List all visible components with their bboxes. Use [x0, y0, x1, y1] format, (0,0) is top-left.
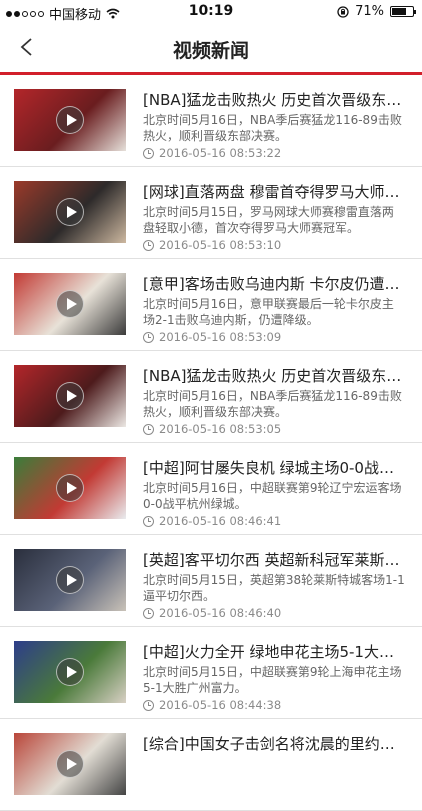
news-item[interactable]: [英超]客平切尔西 英超新科冠军莱斯特城收官北京时间5月15日，英超第38轮莱斯… — [0, 535, 422, 627]
news-list: [NBA]猛龙击败热火 历史首次晋级东部决赛北京时间5月16日，NBA季后赛猛龙… — [0, 75, 422, 811]
battery-icon — [390, 6, 416, 17]
clock-icon — [143, 699, 154, 711]
play-icon[interactable] — [56, 290, 84, 318]
clock-icon — [143, 423, 154, 435]
news-title: [网球]直落两盘 穆雷首夺得罗马大师赛冠军 — [143, 183, 405, 201]
play-icon[interactable] — [56, 106, 84, 134]
news-summary: 北京时间5月15日，英超第38轮莱斯特城客场1-1逼平切尔西。 — [143, 573, 405, 603]
status-right: 71% — [337, 4, 416, 19]
news-timestamp: 2016-05-16 08:46:40 — [143, 606, 281, 620]
news-timestamp: 2016-05-16 08:53:09 — [143, 330, 281, 344]
news-item[interactable]: [综合]中国女子击剑名将沈晨的里约梦想 — [0, 719, 422, 811]
timestamp-text: 2016-05-16 08:53:10 — [159, 238, 282, 252]
video-thumbnail[interactable] — [14, 641, 126, 703]
news-title: [中超]阿甘屡失良机 绿城主场0-0战平辽宁 — [143, 459, 405, 477]
video-thumbnail[interactable] — [14, 89, 126, 151]
clock-icon — [143, 607, 154, 619]
page-title: 视频新闻 — [172, 40, 249, 62]
news-title: [综合]中国女子击剑名将沈晨的里约梦想 — [143, 735, 405, 753]
clock-icon — [143, 331, 154, 343]
play-icon[interactable] — [56, 382, 84, 410]
timestamp-text: 2016-05-16 08:53:09 — [159, 330, 282, 344]
news-title: [中超]火力全开 绿地申花主场5-1大胜广州富力 — [143, 643, 405, 661]
video-thumbnail[interactable] — [14, 273, 126, 335]
news-item[interactable]: [NBA]猛龙击败热火 历史首次晋级东部决赛北京时间5月16日，NBA季后赛猛龙… — [0, 75, 422, 167]
play-icon[interactable] — [56, 198, 84, 226]
news-title: [NBA]猛龙击败热火 历史首次晋级东部决赛 — [143, 367, 405, 385]
news-summary: 北京时间5月15日，中超联赛第9轮上海申花主场5-1大胜广州富力。 — [143, 665, 402, 695]
news-summary: 北京时间5月16日，NBA季后赛猛龙116-89击败热火，顺利晋级东部决赛。 — [143, 113, 402, 143]
news-summary — [143, 756, 405, 788]
video-thumbnail[interactable] — [14, 365, 126, 427]
video-thumbnail[interactable] — [14, 181, 126, 243]
news-timestamp: 2016-05-16 08:44:38 — [143, 698, 281, 712]
battery-percent: 71% — [355, 4, 384, 19]
timestamp-text: 2016-05-16 08:53:05 — [159, 422, 282, 436]
clock-icon — [143, 147, 154, 159]
rotation-lock-icon — [337, 5, 349, 18]
play-icon[interactable] — [56, 474, 84, 502]
news-summary: 北京时间5月16日，NBA季后赛猛龙116-89击败热火，顺利晋级东部决赛。 — [143, 389, 402, 419]
news-item[interactable]: [网球]直落两盘 穆雷首夺得罗马大师赛冠军北京时间5月15日，罗马网球大师赛穆雷… — [0, 167, 422, 259]
news-summary: 北京时间5月16日，中超联赛第9轮辽宁宏运客场0-0战平杭州绿城。 — [143, 481, 402, 511]
play-icon[interactable] — [56, 658, 84, 686]
news-item[interactable]: [中超]火力全开 绿地申花主场5-1大胜广州富力北京时间5月15日，中超联赛第9… — [0, 627, 422, 719]
clock-icon — [143, 515, 154, 527]
news-timestamp: 2016-05-16 08:46:41 — [143, 514, 281, 528]
news-item[interactable]: [意甲]客场击败乌迪内斯 卡尔皮仍遭降级北京时间5月16日，意甲联赛最后一轮卡尔… — [0, 259, 422, 351]
timestamp-text: 2016-05-16 08:46:41 — [159, 514, 282, 528]
news-summary: 北京时间5月16日，意甲联赛最后一轮卡尔皮主场2-1击败乌迪内斯，仍遭降级。 — [143, 297, 394, 327]
play-icon[interactable] — [56, 750, 84, 778]
video-thumbnail[interactable] — [14, 733, 126, 795]
news-timestamp: 2016-05-16 08:53:05 — [143, 422, 281, 436]
battery-level — [392, 8, 406, 15]
video-thumbnail[interactable] — [14, 457, 126, 519]
news-timestamp: 2016-05-16 08:53:10 — [143, 238, 281, 252]
news-item[interactable]: [中超]阿甘屡失良机 绿城主场0-0战平辽宁北京时间5月16日，中超联赛第9轮辽… — [0, 443, 422, 535]
news-title: [NBA]猛龙击败热火 历史首次晋级东部决赛 — [143, 91, 405, 109]
timestamp-text: 2016-05-16 08:46:40 — [159, 606, 282, 620]
timestamp-text: 2016-05-16 08:44:38 — [159, 698, 282, 712]
news-title: [意甲]客场击败乌迪内斯 卡尔皮仍遭降级 — [143, 275, 405, 293]
news-title: [英超]客平切尔西 英超新科冠军莱斯特城收官 — [143, 551, 405, 569]
status-bar: 中国移动 10:19 71% — [0, 0, 422, 24]
nav-bar: 视频新闻 — [0, 24, 422, 75]
news-item[interactable]: [NBA]猛龙击败热火 历史首次晋级东部决赛北京时间5月16日，NBA季后赛猛龙… — [0, 351, 422, 443]
news-timestamp: 2016-05-16 08:53:22 — [143, 146, 281, 160]
timestamp-text: 2016-05-16 08:53:22 — [159, 146, 282, 160]
video-thumbnail[interactable] — [14, 549, 126, 611]
play-icon[interactable] — [56, 566, 84, 594]
news-summary: 北京时间5月15日，罗马网球大师赛穆雷直落两盘轻取小德，首次夺得罗马大师赛冠军。 — [143, 205, 394, 235]
clock-icon — [143, 239, 154, 251]
